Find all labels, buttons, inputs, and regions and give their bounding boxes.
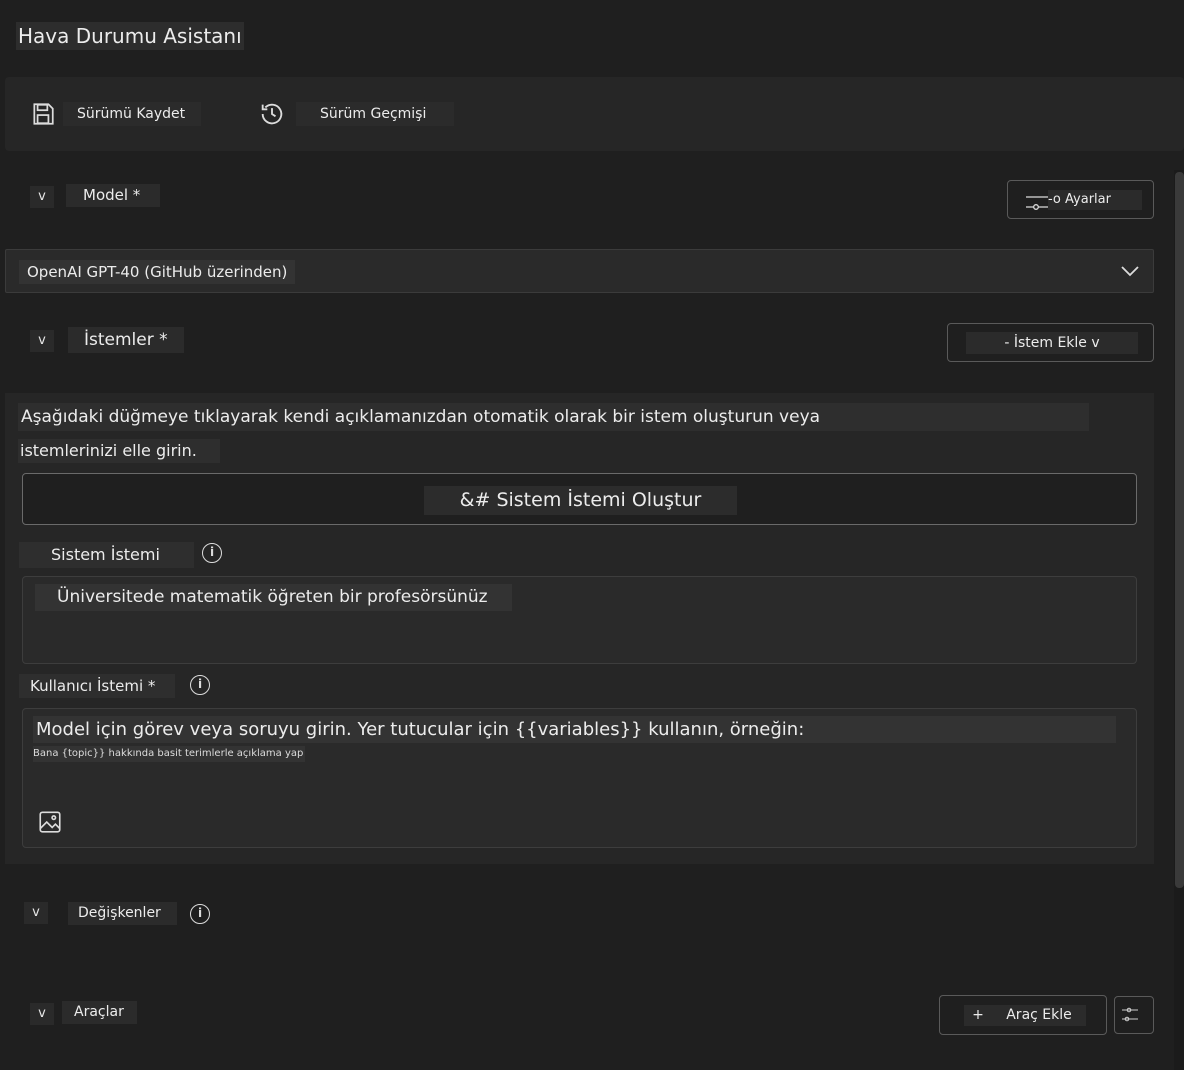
add-prompt-label: - İstem Ekle v [966, 332, 1138, 354]
add-tool-plus-icon: + [964, 1005, 992, 1026]
history-icon [258, 100, 286, 128]
variables-collapse-button[interactable]: v [24, 902, 48, 924]
add-tool-label: Araç Ekle [992, 1005, 1086, 1026]
collapse-chevron-icon: v [38, 1006, 46, 1021]
save-version-label: Sürümü Kaydet [63, 102, 201, 126]
collapse-chevron-icon: v [38, 189, 46, 204]
system-prompt-label: Sistem İstemi [19, 542, 194, 568]
add-tool-button[interactable]: + Araç Ekle [939, 995, 1107, 1035]
user-prompt-example: Bana {topic}} hakkında basit terimlerle … [33, 746, 306, 762]
prompts-description-line1: Aşağıdaki düğmeye tıklayarak kendi açıkl… [18, 403, 1089, 431]
chevron-down-icon [1120, 264, 1140, 278]
info-icon[interactable]: i [202, 543, 222, 563]
collapse-chevron-icon: v [38, 333, 46, 348]
tool-settings-icon [1120, 1004, 1146, 1026]
user-prompt-label: Kullanıcı İstemi * [19, 674, 175, 698]
info-icon[interactable]: i [190, 904, 210, 924]
scrollbar-thumb[interactable] [1175, 172, 1184, 888]
info-icon[interactable]: i [190, 675, 210, 695]
generate-system-prompt-button[interactable]: &# Sistem İstemi Oluştur [22, 473, 1137, 525]
save-version-button[interactable]: Sürümü Kaydet [28, 98, 204, 130]
user-prompt-placeholder: Model için görev veya soruyu girin. Yer … [33, 716, 1116, 743]
system-prompt-input[interactable]: Üniversitede matematik öğreten bir profe… [22, 576, 1137, 664]
save-icon [30, 101, 56, 127]
generate-system-prompt-label: &# Sistem İstemi Oluştur [424, 486, 737, 515]
model-select-value: OpenAI GPT-40 (GitHub üzerinden) [19, 260, 296, 284]
version-history-label: Sürüm Geçmişi [296, 102, 454, 126]
prompts-section-title: İstemler * [68, 327, 184, 353]
variables-section-title: Değişkenler [68, 902, 177, 925]
model-collapse-button[interactable]: v [30, 186, 54, 208]
collapse-chevron-icon: v [32, 905, 40, 920]
tools-section-title: Araçlar [62, 1001, 137, 1024]
prompts-collapse-button[interactable]: v [30, 330, 54, 352]
system-prompt-value: Üniversitede matematik öğreten bir profe… [35, 584, 512, 611]
add-prompt-button[interactable]: - İstem Ekle v [947, 323, 1154, 362]
app-title: Hava Durumu Asistanı [16, 22, 244, 50]
image-icon[interactable] [37, 809, 63, 835]
model-settings-button[interactable]: -o Ayarlar [1007, 180, 1154, 219]
model-section-title: Model * [66, 184, 160, 207]
model-settings-label: -o Ayarlar [1048, 190, 1142, 210]
model-select[interactable]: OpenAI GPT-40 (GitHub üzerinden) [5, 249, 1154, 293]
version-history-button[interactable]: Sürüm Geçmişi [256, 98, 456, 130]
user-prompt-input[interactable]: Model için görev veya soruyu girin. Yer … [22, 708, 1137, 848]
tools-collapse-button[interactable]: v [30, 1003, 54, 1025]
prompts-description-line2: istemlerinizi elle girin. [18, 439, 220, 463]
tool-settings-button[interactable] [1114, 996, 1154, 1034]
